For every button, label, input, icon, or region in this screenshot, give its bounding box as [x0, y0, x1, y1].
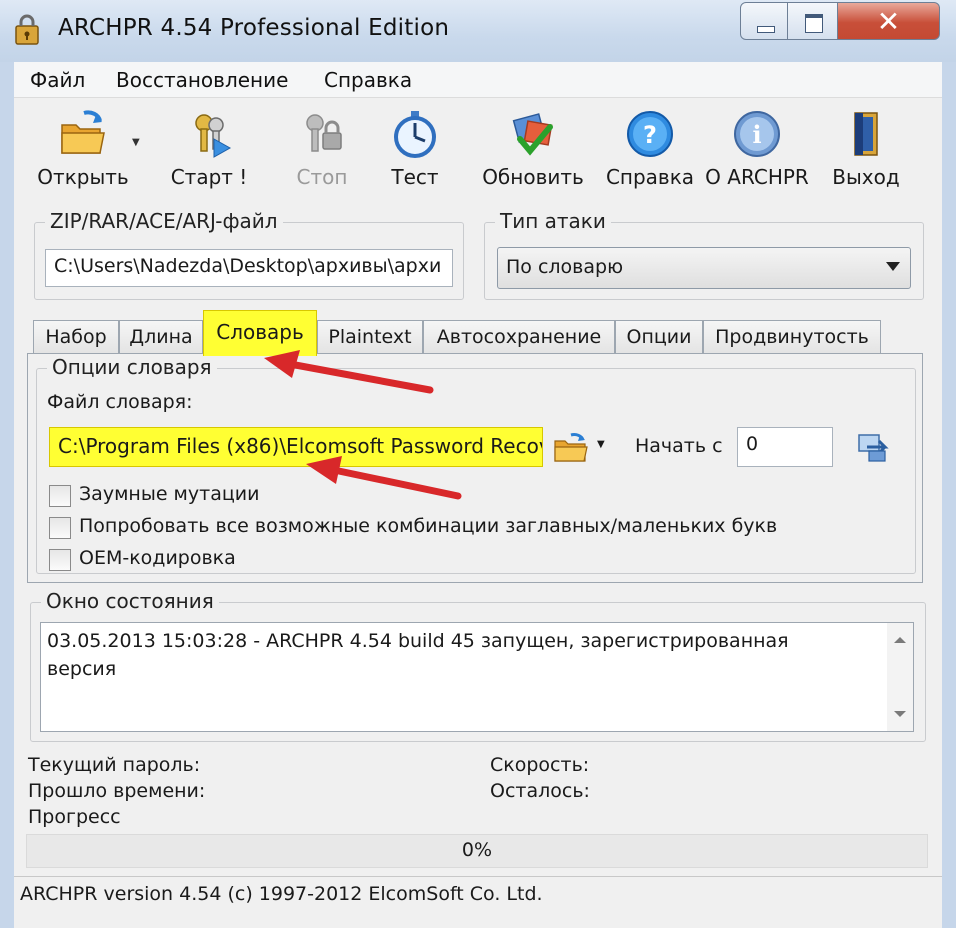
- archive-file-group: ZIP/RAR/ACE/ARJ-файл C:\Users\Nadezda\De…: [34, 209, 464, 300]
- start-from-field[interactable]: 0: [737, 427, 833, 467]
- info-icon: i: [734, 111, 780, 157]
- remaining-label: Осталось:: [490, 780, 590, 802]
- open-dropdown-arrow-icon[interactable]: ▼: [132, 137, 140, 148]
- scroll-down-icon[interactable]: [894, 711, 906, 717]
- attack-type-value: По словарю: [506, 256, 624, 278]
- status-log-line: 03.05.2013 15:03:28 - ARCHPR 4.54 build …: [47, 630, 789, 652]
- attack-type-group: Тип атаки По словарю: [484, 209, 924, 300]
- start-label: Старт !: [170, 165, 248, 189]
- dictionary-path-field[interactable]: C:\Program Files (x86)\Elcomsoft Passwor…: [49, 427, 543, 467]
- stop-button[interactable]: Стоп: [272, 105, 372, 195]
- stopwatch-icon: [394, 111, 436, 158]
- svg-text:?: ?: [643, 121, 657, 149]
- current-password-label: Текущий пароль:: [28, 754, 201, 776]
- checkbox-mutations[interactable]: [49, 485, 71, 507]
- update-label: Обновить: [482, 165, 584, 189]
- tab-charset[interactable]: Набор: [33, 320, 119, 354]
- progress-label: Прогресс: [28, 806, 121, 828]
- status-log[interactable]: 03.05.2013 15:03:28 - ARCHPR 4.54 build …: [40, 622, 914, 732]
- checkbox-mutations-label: Заумные мутации: [79, 483, 260, 505]
- browse-dropdown-arrow-icon[interactable]: ▼: [597, 439, 605, 450]
- speed-label: Скорость:: [490, 754, 590, 776]
- scroll-up-icon[interactable]: [894, 637, 906, 643]
- open-folder-icon: [61, 110, 105, 154]
- menu-bar: Файл Восстановление Справка: [14, 62, 942, 98]
- menu-help[interactable]: Справка: [324, 68, 412, 92]
- tab-advanced[interactable]: Продвинутость: [703, 320, 881, 354]
- maximize-button[interactable]: [788, 2, 838, 40]
- dictionary-options-title: Опции словаря: [47, 355, 217, 379]
- attack-type-group-title: Тип атаки: [495, 209, 611, 233]
- toolbar: Открыть ▼ Старт ! Стоп Тест Обновить ? С…: [14, 99, 942, 197]
- checkbox-oem-encoding[interactable]: [49, 549, 71, 571]
- test-label: Тест: [391, 165, 439, 189]
- window-client-area: Файл Восстановление Справка Открыть ▼ Ст: [14, 62, 942, 928]
- tab-dictionary[interactable]: Словарь: [203, 310, 317, 356]
- browse-folder-icon[interactable]: [553, 431, 589, 463]
- convert-icon[interactable]: [855, 429, 891, 465]
- window-title: ARCHPR 4.54 Professional Edition: [58, 15, 450, 41]
- tab-length[interactable]: Длина: [119, 320, 203, 354]
- stop-label: Стоп: [296, 165, 348, 189]
- menu-file[interactable]: Файл: [30, 68, 85, 92]
- stop-lock-icon: [306, 114, 342, 152]
- log-scrollbar[interactable]: [887, 623, 913, 731]
- checkbox-oem-encoding-label: OEM-кодировка: [79, 547, 236, 569]
- archive-file-group-title: ZIP/RAR/ACE/ARJ-файл: [45, 209, 283, 233]
- app-lock-icon: [15, 14, 39, 45]
- dictionary-file-label: Файл словаря:: [47, 391, 193, 413]
- status-log-line: версия: [47, 658, 117, 680]
- test-button[interactable]: Тест: [370, 105, 460, 195]
- version-copyright: ARCHPR version 4.54 (c) 1997-2012 ElcomS…: [20, 883, 543, 905]
- progress-percent: 0%: [461, 839, 493, 861]
- tab-autosave[interactable]: Автосохранение: [423, 320, 615, 354]
- close-button[interactable]: ✕: [838, 2, 940, 40]
- progress-bar: 0%: [26, 834, 928, 868]
- exit-button[interactable]: Выход: [820, 105, 912, 195]
- dictionary-options-group: Опции словаря Файл словаря: C:\Program F…: [36, 355, 916, 574]
- start-keys-icon: [195, 114, 232, 158]
- checkbox-case-combinations-label: Попробовать все возможные комбинации заг…: [79, 515, 778, 537]
- status-window-title: Окно состояния: [41, 589, 219, 613]
- open-button[interactable]: Открыть: [28, 105, 138, 195]
- chevron-down-icon: [886, 262, 900, 271]
- help-icon: ?: [627, 111, 673, 157]
- checkbox-case-combinations[interactable]: [49, 517, 71, 539]
- about-button[interactable]: i О ARCHPR: [702, 105, 812, 195]
- status-log-text: 03.05.2013 15:03:28 - ARCHPR 4.54 build …: [47, 627, 887, 683]
- tab-panel-dictionary: Опции словаря Файл словаря: C:\Program F…: [27, 353, 923, 583]
- close-icon: ✕: [876, 5, 901, 38]
- tab-options[interactable]: Опции: [615, 320, 703, 354]
- status-bar: ARCHPR version 4.54 (c) 1997-2012 ElcomS…: [14, 876, 942, 928]
- tab-plaintext[interactable]: Plaintext: [317, 320, 423, 354]
- title-bar[interactable]: ARCHPR 4.54 Professional Edition ✕: [0, 0, 956, 62]
- open-label: Открыть: [37, 165, 129, 189]
- help-button[interactable]: ? Справка: [604, 105, 696, 195]
- window-frame-left: [0, 62, 14, 928]
- exit-label: Выход: [832, 165, 900, 189]
- about-label: О ARCHPR: [705, 165, 809, 189]
- exit-door-icon: [854, 112, 878, 156]
- archive-path-field[interactable]: C:\Users\Nadezda\Desktop\архивы\архи: [45, 249, 453, 287]
- minimize-button[interactable]: [740, 2, 788, 40]
- start-from-label: Начать с: [635, 435, 723, 457]
- start-button[interactable]: Старт !: [154, 105, 264, 195]
- update-button[interactable]: Обновить: [478, 105, 588, 195]
- attack-type-select[interactable]: По словарю: [497, 247, 911, 289]
- elapsed-time-label: Прошло времени:: [28, 780, 206, 802]
- svg-text:i: i: [752, 120, 761, 149]
- menu-recovery[interactable]: Восстановление: [116, 68, 288, 92]
- help-label: Справка: [605, 165, 695, 189]
- update-check-icon: [512, 113, 553, 156]
- window-frame-right: [942, 62, 956, 928]
